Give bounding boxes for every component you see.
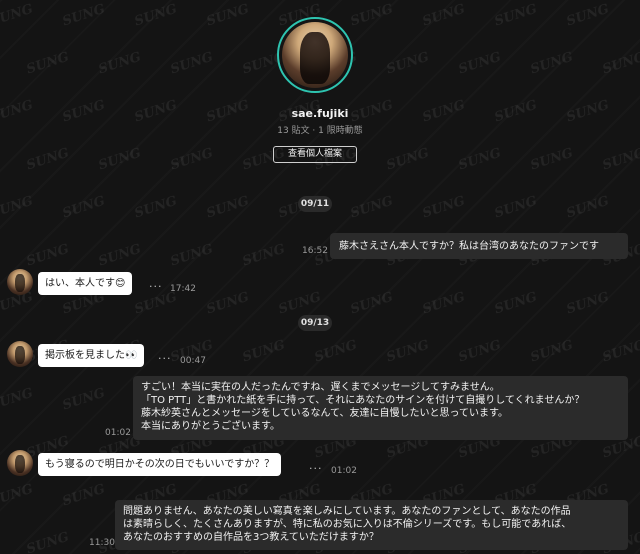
watermark-mark: SUNG (492, 193, 539, 222)
message-time: 16:52 (302, 246, 328, 256)
watermark-mark: SUNG (240, 241, 287, 270)
view-profile-button[interactable]: 查看個人檔案 (273, 146, 357, 163)
message-line: 「TO PTT」と書かれた紙を手に持って、それにあなたのサインを付けて自撮りして… (141, 395, 585, 406)
message-time: 17:42 (170, 284, 196, 294)
watermark-mark: SUNG (168, 49, 215, 78)
watermark-mark: SUNG (276, 289, 323, 318)
message-line: あなたのおすすめの自作品を3つ教えていただけますか？ (123, 532, 379, 543)
watermark-mark: SUNG (348, 1, 395, 30)
message-line: 問題ありません、あなたの美しい寫真を楽しみにしています。あなたのファンとして、あ… (123, 506, 571, 517)
message-bubble-incoming[interactable]: はい、本人です😊 (38, 272, 133, 295)
message-line: 本当にありがとうございます。 (141, 421, 280, 432)
message-bubble-incoming[interactable]: もう寝るので明日かその次の日でもいいですか？？ (38, 453, 282, 476)
watermark-mark: SUNG (600, 49, 640, 78)
sender-avatar[interactable] (7, 341, 33, 367)
watermark-mark: SUNG (60, 193, 107, 222)
watermark-mark: SUNG (600, 337, 640, 366)
watermark-mark: SUNG (456, 337, 503, 366)
message-time: 01:02 (105, 428, 131, 438)
watermark-mark: SUNG (420, 289, 467, 318)
watermark-mark: SUNG (528, 145, 575, 174)
eyes-emoji-icon: 👀 (125, 350, 138, 361)
watermark-mark: SUNG (600, 145, 640, 174)
watermark-mark: SUNG (420, 193, 467, 222)
date-divider: 09/11 (298, 196, 332, 212)
watermark-mark: SUNG (24, 529, 71, 554)
watermark-mark: SUNG (96, 49, 143, 78)
watermark-mark: SUNG (132, 193, 179, 222)
message-bubble-outgoing[interactable]: すごい！本当に実在の人だったんですね、遅くまでメッセージしてすみません。 「TO… (133, 376, 628, 440)
more-options-icon[interactable]: ··· (149, 280, 163, 293)
watermark-mark: SUNG (528, 337, 575, 366)
watermark-mark: SUNG (60, 1, 107, 30)
watermark-mark: SUNG (456, 49, 503, 78)
message-text: 掲示板を見ました (45, 350, 125, 361)
watermark-mark: SUNG (204, 289, 251, 318)
message-line: 藤木紗英さんとメッセージをしているなんて、友達に自慢したいと思っています。 (141, 408, 508, 419)
message-time: 00:47 (180, 356, 206, 366)
watermark-mark: SUNG (168, 145, 215, 174)
chat-thread[interactable]: SUNG SUNG SUNG SUNG SUNG SUNG SUNG SUNG SUNG SUNG… (0, 0, 640, 554)
watermark-mark: SUNG (24, 49, 71, 78)
watermark-mark: SUNG (132, 1, 179, 30)
watermark-mark: SUNG (492, 1, 539, 30)
watermark-mark: SUNG (0, 193, 35, 222)
watermark-mark: SUNG (96, 241, 143, 270)
watermark-mark: SUNG (0, 481, 35, 510)
watermark-mark: SUNG (204, 193, 251, 222)
watermark-mark: SUNG (420, 1, 467, 30)
watermark-mark: SUNG (456, 145, 503, 174)
message-text: もう寝るので明日かその次の日でもいいですか？？ (45, 459, 275, 470)
more-options-icon[interactable]: ··· (309, 462, 323, 475)
watermark-mark: SUNG (384, 145, 431, 174)
message-time: 01:02 (331, 466, 357, 476)
watermark-mark: SUNG (492, 289, 539, 318)
watermark-mark: SUNG (384, 49, 431, 78)
profile-stats: 13 貼文 · 1 限時動態 (277, 126, 363, 136)
profile-avatar-image (282, 22, 348, 88)
more-options-icon[interactable]: ··· (158, 352, 172, 365)
message-bubble-outgoing[interactable]: 藤木さえさん本人ですか？私は台湾のあなたのファンです (330, 233, 628, 259)
watermark-mark: SUNG (528, 49, 575, 78)
message-bubble-outgoing[interactable]: 問題ありません、あなたの美しい寫真を楽しみにしています。あなたのファンとして、あ… (115, 500, 628, 550)
profile-avatar[interactable] (277, 17, 353, 93)
watermark-mark: SUNG (0, 1, 35, 30)
smile-emoji-icon: 😊 (115, 278, 126, 289)
sender-avatar[interactable] (7, 450, 33, 476)
watermark-mark: SUNG (168, 241, 215, 270)
watermark-mark: SUNG (0, 385, 35, 414)
watermark-mark: SUNG (384, 337, 431, 366)
watermark-mark: SUNG (24, 241, 71, 270)
watermark-mark: SUNG (96, 145, 143, 174)
watermark-mark: SUNG (564, 289, 611, 318)
watermark-mark: SUNG (60, 385, 107, 414)
watermark-mark: SUNG (348, 289, 395, 318)
watermark-mark: SUNG (348, 193, 395, 222)
sender-avatar[interactable] (7, 269, 33, 295)
message-time: 11:30 (89, 538, 115, 548)
date-divider: 09/13 (298, 315, 332, 331)
profile-username: sae.fujiki (291, 107, 349, 120)
message-text: はい、本人です (45, 278, 115, 289)
watermark-mark: SUNG (60, 481, 107, 510)
message-line: すごい！本当に実在の人だったんですね、遅くまでメッセージしてすみません。 (141, 382, 500, 393)
watermark-mark: SUNG (24, 145, 71, 174)
watermark-mark: SUNG (240, 337, 287, 366)
watermark-mark: SUNG (312, 337, 359, 366)
watermark-mark: SUNG (564, 193, 611, 222)
message-bubble-incoming[interactable]: 掲示板を見ました👀 (38, 344, 145, 367)
watermark-mark: SUNG (204, 1, 251, 30)
message-line: は素晴らしく、たくさんありますが、特に私のお気に入りは不倫シリーズです。もし可能… (123, 519, 572, 530)
watermark-mark: SUNG (564, 1, 611, 30)
